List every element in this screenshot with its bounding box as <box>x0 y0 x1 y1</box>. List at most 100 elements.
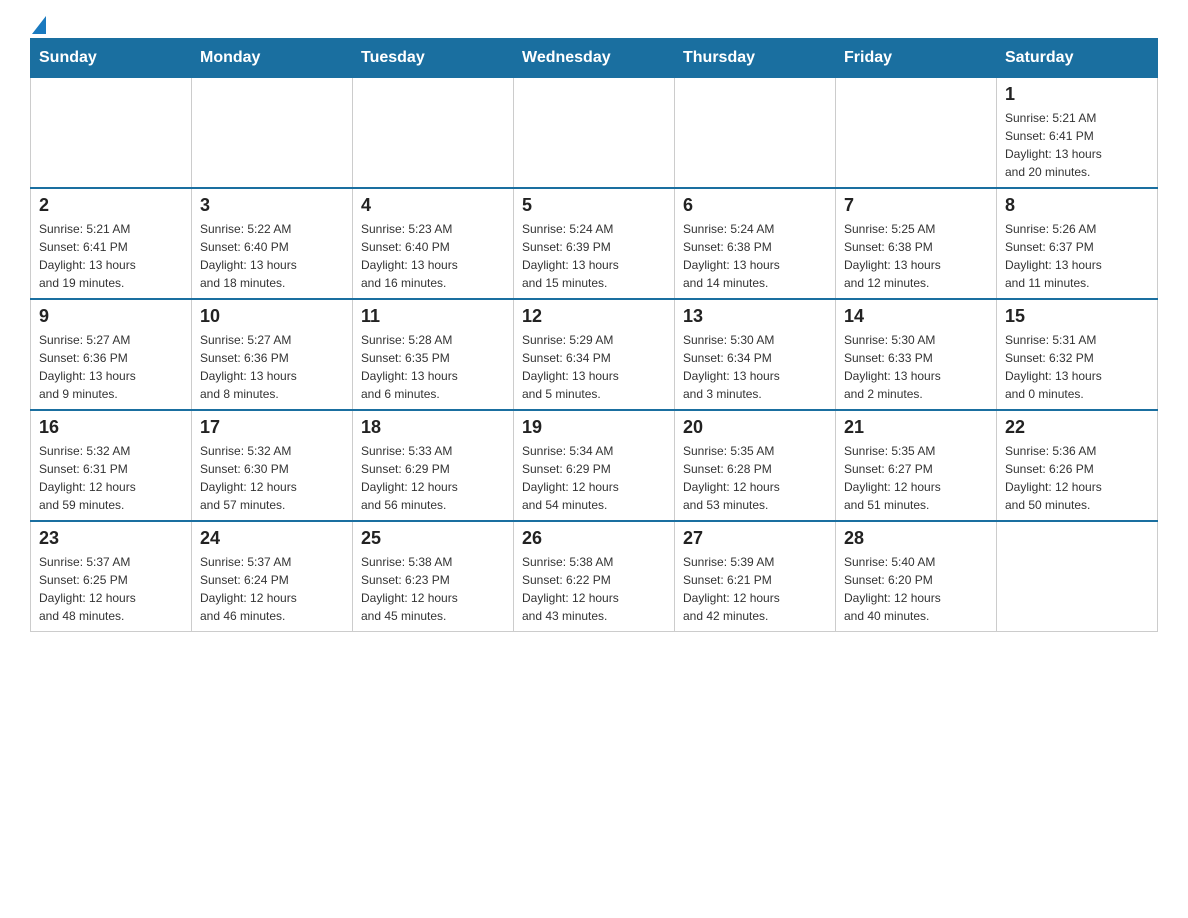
day-info: Sunrise: 5:38 AM Sunset: 6:22 PM Dayligh… <box>522 553 666 625</box>
calendar-cell: 17 Sunrise: 5:32 AM Sunset: 6:30 PM Dayli… <box>192 410 353 521</box>
calendar-cell: 8 Sunrise: 5:26 AM Sunset: 6:37 PM Daylig… <box>997 188 1158 299</box>
logo-blue-part <box>30 20 46 34</box>
day-info: Sunrise: 5:21 AM Sunset: 6:41 PM Dayligh… <box>39 220 183 292</box>
calendar-cell: 27 Sunrise: 5:39 AM Sunset: 6:21 PM Dayli… <box>675 521 836 632</box>
day-number: 5 <box>522 195 666 216</box>
weekday-header-sunday: Sunday <box>31 39 192 78</box>
day-number: 23 <box>39 528 183 549</box>
day-number: 2 <box>39 195 183 216</box>
day-info: Sunrise: 5:28 AM Sunset: 6:35 PM Dayligh… <box>361 331 505 403</box>
day-info: Sunrise: 5:30 AM Sunset: 6:33 PM Dayligh… <box>844 331 988 403</box>
day-number: 28 <box>844 528 988 549</box>
calendar-cell <box>353 78 514 189</box>
calendar-cell: 21 Sunrise: 5:35 AM Sunset: 6:27 PM Dayli… <box>836 410 997 521</box>
weekday-header-tuesday: Tuesday <box>353 39 514 78</box>
calendar-cell <box>514 78 675 189</box>
calendar-cell <box>836 78 997 189</box>
calendar-week-4: 16Sunrise: 5:32 AM Sunset: 6:31 PM Dayli… <box>31 410 1158 521</box>
calendar-cell: 18 Sunrise: 5:33 AM Sunset: 6:29 PM Dayli… <box>353 410 514 521</box>
day-info: Sunrise: 5:30 AM Sunset: 6:34 PM Dayligh… <box>683 331 827 403</box>
day-number: 22 <box>1005 417 1149 438</box>
day-info: Sunrise: 5:37 AM Sunset: 6:24 PM Dayligh… <box>200 553 344 625</box>
calendar-cell: 19 Sunrise: 5:34 AM Sunset: 6:29 PM Dayli… <box>514 410 675 521</box>
day-info: Sunrise: 5:27 AM Sunset: 6:36 PM Dayligh… <box>39 331 183 403</box>
day-info: Sunrise: 5:27 AM Sunset: 6:36 PM Dayligh… <box>200 331 344 403</box>
calendar-cell <box>31 78 192 189</box>
day-number: 4 <box>361 195 505 216</box>
calendar-cell: 26 Sunrise: 5:38 AM Sunset: 6:22 PM Dayli… <box>514 521 675 632</box>
day-number: 10 <box>200 306 344 327</box>
day-number: 18 <box>361 417 505 438</box>
day-info: Sunrise: 5:32 AM Sunset: 6:30 PM Dayligh… <box>200 442 344 514</box>
day-info: Sunrise: 5:24 AM Sunset: 6:39 PM Dayligh… <box>522 220 666 292</box>
day-info: Sunrise: 5:21 AM Sunset: 6:41 PM Dayligh… <box>1005 109 1149 181</box>
calendar-cell: 20 Sunrise: 5:35 AM Sunset: 6:28 PM Dayli… <box>675 410 836 521</box>
day-number: 8 <box>1005 195 1149 216</box>
calendar-cell <box>675 78 836 189</box>
day-number: 13 <box>683 306 827 327</box>
calendar-cell: 15Sunrise: 5:31 AM Sunset: 6:32 PM Dayli… <box>997 299 1158 410</box>
day-number: 1 <box>1005 84 1149 105</box>
day-number: 12 <box>522 306 666 327</box>
calendar-cell: 23 Sunrise: 5:37 AM Sunset: 6:25 PM Dayli… <box>31 521 192 632</box>
day-info: Sunrise: 5:40 AM Sunset: 6:20 PM Dayligh… <box>844 553 988 625</box>
day-info: Sunrise: 5:36 AM Sunset: 6:26 PM Dayligh… <box>1005 442 1149 514</box>
day-number: 17 <box>200 417 344 438</box>
calendar-cell: 16Sunrise: 5:32 AM Sunset: 6:31 PM Dayli… <box>31 410 192 521</box>
calendar-cell: 2 Sunrise: 5:21 AM Sunset: 6:41 PM Daylig… <box>31 188 192 299</box>
calendar-cell: 9 Sunrise: 5:27 AM Sunset: 6:36 PM Daylig… <box>31 299 192 410</box>
calendar-cell: 11 Sunrise: 5:28 AM Sunset: 6:35 PM Dayli… <box>353 299 514 410</box>
calendar-cell: 22 Sunrise: 5:36 AM Sunset: 6:26 PM Dayli… <box>997 410 1158 521</box>
calendar-table: SundayMondayTuesdayWednesdayThursdayFrid… <box>30 38 1158 632</box>
day-number: 20 <box>683 417 827 438</box>
calendar-week-3: 9 Sunrise: 5:27 AM Sunset: 6:36 PM Daylig… <box>31 299 1158 410</box>
day-number: 24 <box>200 528 344 549</box>
day-number: 3 <box>200 195 344 216</box>
weekday-header-monday: Monday <box>192 39 353 78</box>
day-info: Sunrise: 5:34 AM Sunset: 6:29 PM Dayligh… <box>522 442 666 514</box>
day-number: 16 <box>39 417 183 438</box>
day-info: Sunrise: 5:31 AM Sunset: 6:32 PM Dayligh… <box>1005 331 1149 403</box>
day-info: Sunrise: 5:33 AM Sunset: 6:29 PM Dayligh… <box>361 442 505 514</box>
day-number: 26 <box>522 528 666 549</box>
weekday-header-row: SundayMondayTuesdayWednesdayThursdayFrid… <box>31 39 1158 78</box>
day-info: Sunrise: 5:26 AM Sunset: 6:37 PM Dayligh… <box>1005 220 1149 292</box>
day-number: 7 <box>844 195 988 216</box>
day-info: Sunrise: 5:23 AM Sunset: 6:40 PM Dayligh… <box>361 220 505 292</box>
weekday-header-wednesday: Wednesday <box>514 39 675 78</box>
day-number: 21 <box>844 417 988 438</box>
calendar-cell <box>997 521 1158 632</box>
weekday-header-friday: Friday <box>836 39 997 78</box>
calendar-cell: 5 Sunrise: 5:24 AM Sunset: 6:39 PM Daylig… <box>514 188 675 299</box>
calendar-cell: 4 Sunrise: 5:23 AM Sunset: 6:40 PM Daylig… <box>353 188 514 299</box>
calendar-cell: 12 Sunrise: 5:29 AM Sunset: 6:34 PM Dayli… <box>514 299 675 410</box>
day-info: Sunrise: 5:37 AM Sunset: 6:25 PM Dayligh… <box>39 553 183 625</box>
logo <box>30 20 46 28</box>
calendar-cell: 25 Sunrise: 5:38 AM Sunset: 6:23 PM Dayli… <box>353 521 514 632</box>
day-number: 9 <box>39 306 183 327</box>
day-info: Sunrise: 5:22 AM Sunset: 6:40 PM Dayligh… <box>200 220 344 292</box>
calendar-cell: 13 Sunrise: 5:30 AM Sunset: 6:34 PM Dayli… <box>675 299 836 410</box>
day-info: Sunrise: 5:29 AM Sunset: 6:34 PM Dayligh… <box>522 331 666 403</box>
day-info: Sunrise: 5:39 AM Sunset: 6:21 PM Dayligh… <box>683 553 827 625</box>
day-info: Sunrise: 5:38 AM Sunset: 6:23 PM Dayligh… <box>361 553 505 625</box>
calendar-cell: 14 Sunrise: 5:30 AM Sunset: 6:33 PM Dayli… <box>836 299 997 410</box>
day-info: Sunrise: 5:35 AM Sunset: 6:27 PM Dayligh… <box>844 442 988 514</box>
day-info: Sunrise: 5:35 AM Sunset: 6:28 PM Dayligh… <box>683 442 827 514</box>
day-number: 19 <box>522 417 666 438</box>
day-number: 11 <box>361 306 505 327</box>
logo-arrow-icon <box>32 16 46 34</box>
calendar-cell: 7 Sunrise: 5:25 AM Sunset: 6:38 PM Daylig… <box>836 188 997 299</box>
calendar-week-2: 2 Sunrise: 5:21 AM Sunset: 6:41 PM Daylig… <box>31 188 1158 299</box>
calendar-cell: 3 Sunrise: 5:22 AM Sunset: 6:40 PM Daylig… <box>192 188 353 299</box>
day-info: Sunrise: 5:25 AM Sunset: 6:38 PM Dayligh… <box>844 220 988 292</box>
page-header <box>30 20 1158 28</box>
day-number: 6 <box>683 195 827 216</box>
day-number: 14 <box>844 306 988 327</box>
day-number: 25 <box>361 528 505 549</box>
day-number: 27 <box>683 528 827 549</box>
weekday-header-thursday: Thursday <box>675 39 836 78</box>
calendar-cell: 24 Sunrise: 5:37 AM Sunset: 6:24 PM Dayli… <box>192 521 353 632</box>
weekday-header-saturday: Saturday <box>997 39 1158 78</box>
calendar-week-5: 23 Sunrise: 5:37 AM Sunset: 6:25 PM Dayli… <box>31 521 1158 632</box>
